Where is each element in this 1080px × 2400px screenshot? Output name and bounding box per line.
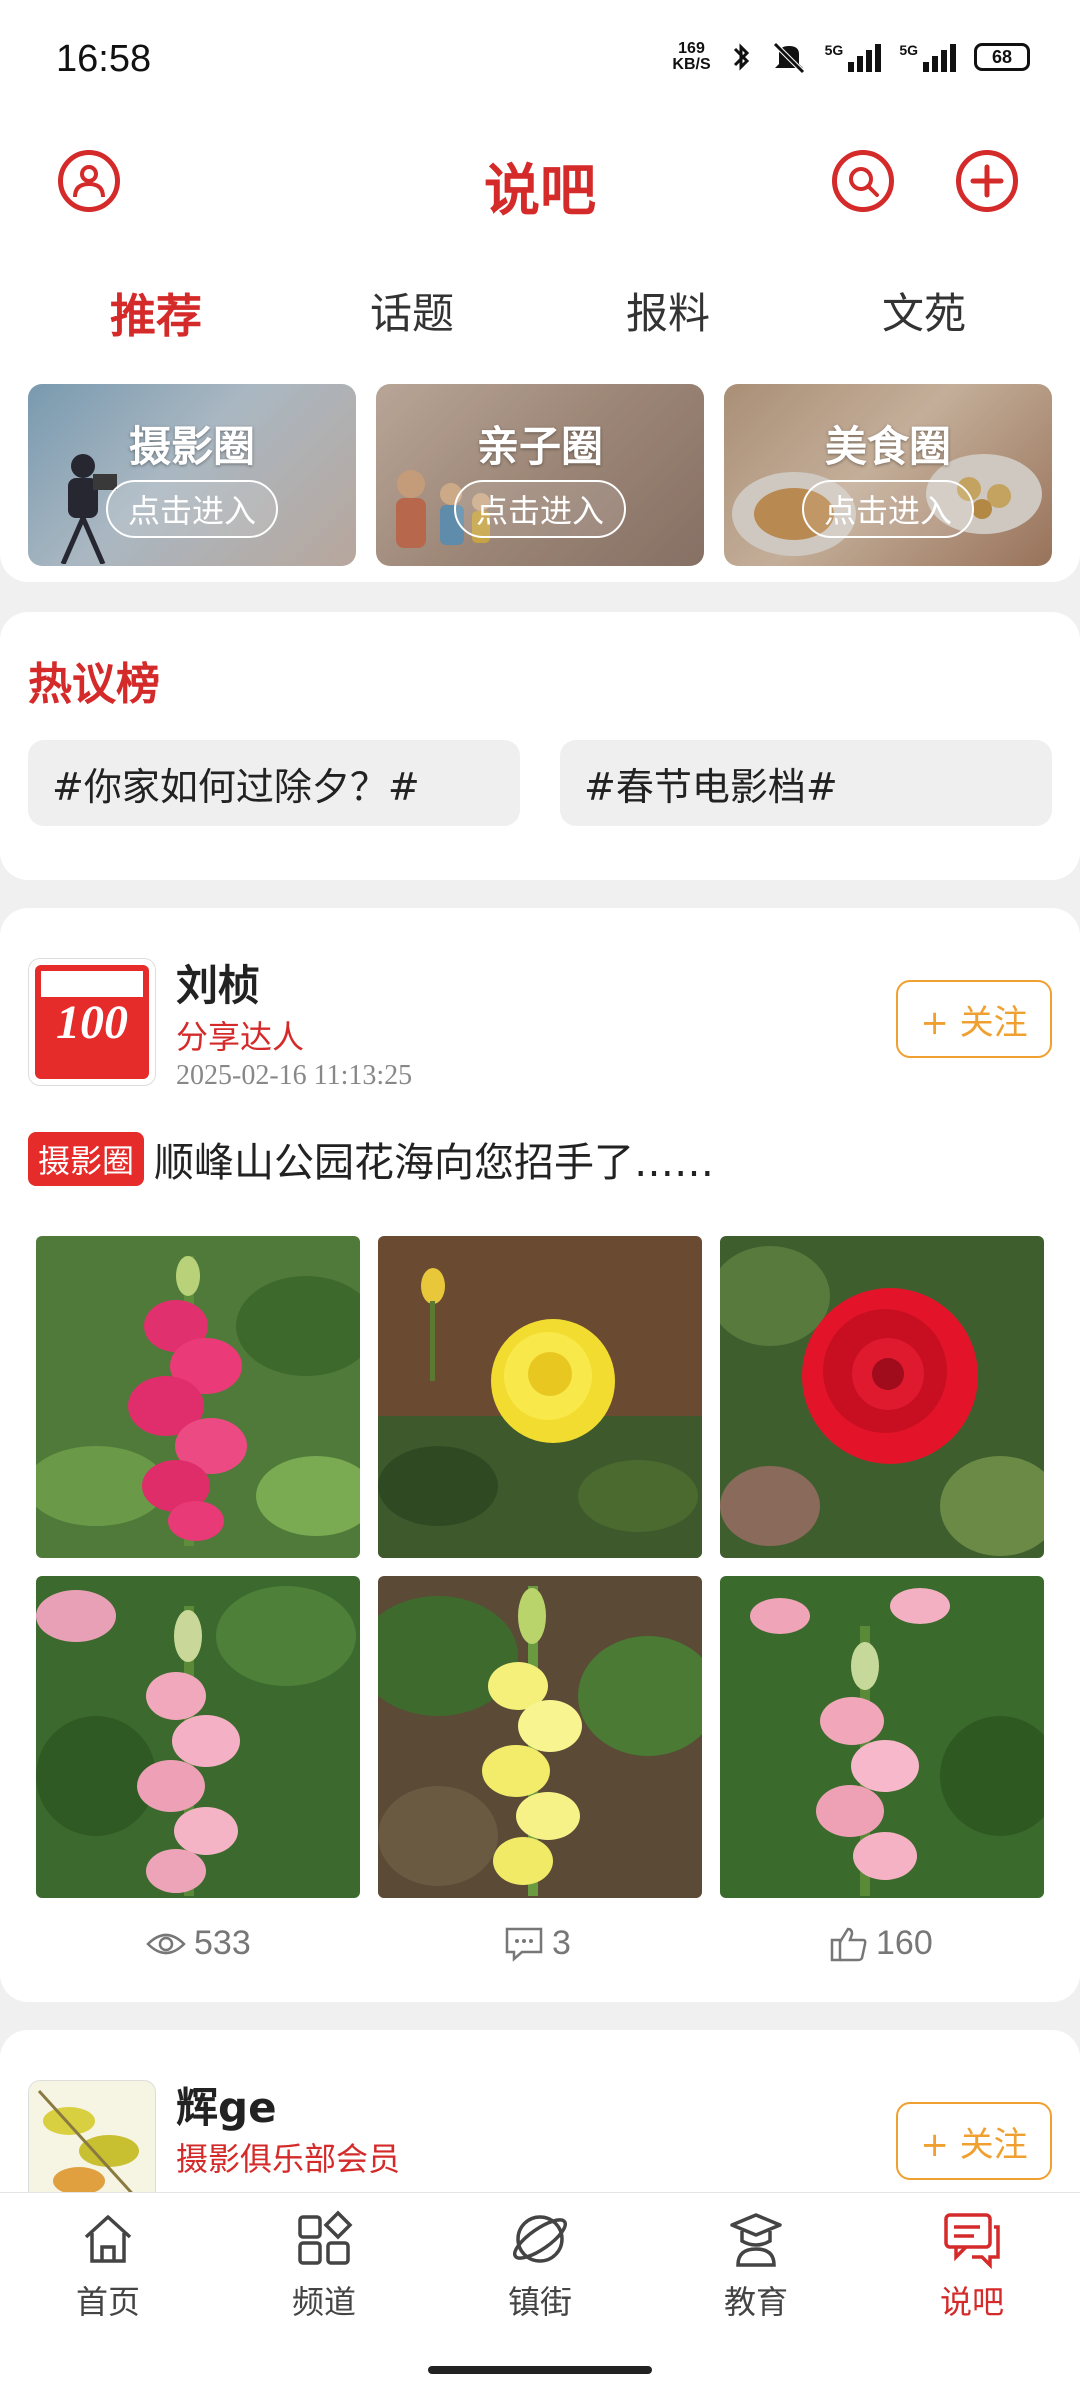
- post-author-role: 摄影俱乐部会员: [176, 2140, 401, 2178]
- status-icons: 169 KB/S 5G 5G 68: [672, 40, 1030, 74]
- search-icon: [849, 167, 879, 197]
- flower-image: [378, 1236, 702, 1558]
- avatar[interactable]: 100: [28, 958, 156, 1086]
- header: 说吧: [0, 140, 1080, 240]
- add-icon: [970, 164, 1004, 198]
- mute-icon: [772, 42, 805, 74]
- post-text: 顺峰山公园花海向您招手了……: [154, 1140, 715, 1186]
- nav-label: 频道: [291, 2283, 356, 2321]
- add-button[interactable]: [956, 150, 1018, 212]
- search-button[interactable]: [832, 150, 894, 212]
- hot-topics-title: 热议榜: [28, 659, 160, 710]
- photo-pink-snapdragon-field[interactable]: [720, 1576, 1044, 1898]
- post-content[interactable]: 摄影圈 顺峰山公园花海向您招手了……: [28, 1130, 714, 1188]
- signal-icon-2: 5G: [899, 42, 956, 72]
- photo-red-rose[interactable]: [720, 1236, 1044, 1558]
- avatar[interactable]: [28, 2080, 156, 2208]
- circle-name: 摄影圈: [128, 421, 255, 471]
- nav-label: 教育: [723, 2283, 788, 2321]
- views-stat: 533: [146, 1924, 251, 1963]
- post-author[interactable]: 刘桢: [176, 952, 260, 1013]
- avatar-text: 100: [56, 995, 128, 1049]
- circle-cards: 摄影圈 点击进入 亲子圈 点击进入 美食圈 点击进入: [28, 384, 1052, 566]
- nav-item-home[interactable]: 首页: [38, 2209, 178, 2323]
- food-illustration: [732, 454, 1042, 556]
- flower-image: [378, 1576, 702, 1898]
- post-card[interactable]: 100 刘桢 分享达人 2025-02-16 11:13:25 + 关注 摄影圈…: [0, 908, 1080, 2002]
- hot-topics-card: 热议榜 #你家如何过除夕？# #春节电影档#: [0, 612, 1080, 880]
- battery-icon: 68: [974, 43, 1030, 71]
- nav-label: 镇街: [507, 2283, 572, 2321]
- graduation-icon: [730, 2213, 782, 2267]
- bluetooth-icon: [733, 43, 749, 71]
- home-indicator[interactable]: [428, 2366, 652, 2374]
- home-icon: [84, 2215, 132, 2263]
- circle-enter-button[interactable]: 点击进入: [105, 479, 278, 538]
- circle-name: 亲子圈: [476, 421, 603, 471]
- nav-item-town[interactable]: 镇街: [470, 2209, 610, 2323]
- nav-item-talk[interactable]: 说吧: [902, 2209, 1042, 2323]
- eye-icon: [146, 1933, 186, 1954]
- tab-recommend[interactable]: 推荐: [56, 280, 256, 346]
- circle-name: 美食圈: [824, 421, 951, 471]
- photo-grid: [36, 1236, 1044, 1898]
- likes-stat[interactable]: 160: [830, 1924, 933, 1963]
- net-speed-unit: KB/S: [672, 56, 711, 73]
- hot-topic-item[interactable]: #春节电影档#: [560, 740, 1052, 826]
- nav-label: 说吧: [939, 2283, 1004, 2321]
- comment-icon: [505, 1927, 543, 1962]
- avatar-image: 100: [35, 965, 149, 1079]
- flower-image: [720, 1236, 1044, 1558]
- tab-report[interactable]: 报料: [568, 280, 768, 341]
- photo-pink-snapdragon[interactable]: [36, 1236, 360, 1558]
- flower-image: [36, 1576, 360, 1898]
- thumbs-up-icon: [830, 1927, 867, 1961]
- post-timestamp: 2025-02-16 11:13:25: [176, 1060, 413, 1091]
- photo-light-pink-snapdragon[interactable]: [36, 1576, 360, 1898]
- views-count: 533: [194, 1924, 251, 1962]
- circle-enter-button[interactable]: 点击进入: [801, 479, 974, 538]
- flower-image: [36, 1236, 360, 1558]
- post-circle-tag[interactable]: 摄影圈: [28, 1132, 145, 1186]
- planet-icon: [513, 2215, 567, 2263]
- post-stats: 533 3 160: [0, 1924, 1080, 1974]
- signal-icon-1: 5G: [825, 42, 882, 72]
- nav-label: 首页: [75, 2283, 140, 2321]
- flower-image: [720, 1576, 1044, 1898]
- circle-enter-button[interactable]: 点击进入: [453, 479, 626, 538]
- circle-card-parenting[interactable]: 亲子圈 点击进入: [376, 384, 704, 566]
- status-time: 16:58: [56, 38, 152, 80]
- channel-icon: [298, 2210, 353, 2265]
- circle-card-food[interactable]: 美食圈 点击进入: [724, 384, 1052, 566]
- follow-button[interactable]: + 关注: [896, 980, 1052, 1058]
- post-author-role: 分享达人: [176, 1018, 305, 1056]
- page-title: 说吧: [484, 159, 596, 224]
- tab-topics[interactable]: 话题: [312, 280, 512, 341]
- hot-topic-item[interactable]: #你家如何过除夕？#: [28, 740, 520, 826]
- comments-count: 3: [552, 1924, 571, 1962]
- comments-stat[interactable]: 3: [504, 1924, 571, 1963]
- photo-yellow-snapdragon[interactable]: [378, 1576, 702, 1898]
- nav-item-education[interactable]: 教育: [686, 2209, 826, 2323]
- circle-card-photography[interactable]: 摄影圈 点击进入: [28, 384, 356, 566]
- tab-bar: 推荐 话题 报料 文苑: [0, 280, 1080, 350]
- follow-button[interactable]: + 关注: [896, 2102, 1052, 2180]
- net-speed-value: 169: [678, 40, 705, 57]
- photo-yellow-rose[interactable]: [378, 1236, 702, 1558]
- chat-icon: [944, 2213, 1000, 2269]
- post-author[interactable]: 辉ge: [176, 2074, 277, 2135]
- nav-item-channel[interactable]: 频道: [254, 2209, 394, 2323]
- tab-literature[interactable]: 文苑: [824, 280, 1024, 341]
- avatar-image: [29, 2081, 155, 2207]
- likes-count: 160: [876, 1924, 933, 1962]
- net-speed: 169 KB/S: [672, 41, 710, 73]
- status-bar: 16:58 169 KB/S 5G 5G 68: [0, 0, 1080, 120]
